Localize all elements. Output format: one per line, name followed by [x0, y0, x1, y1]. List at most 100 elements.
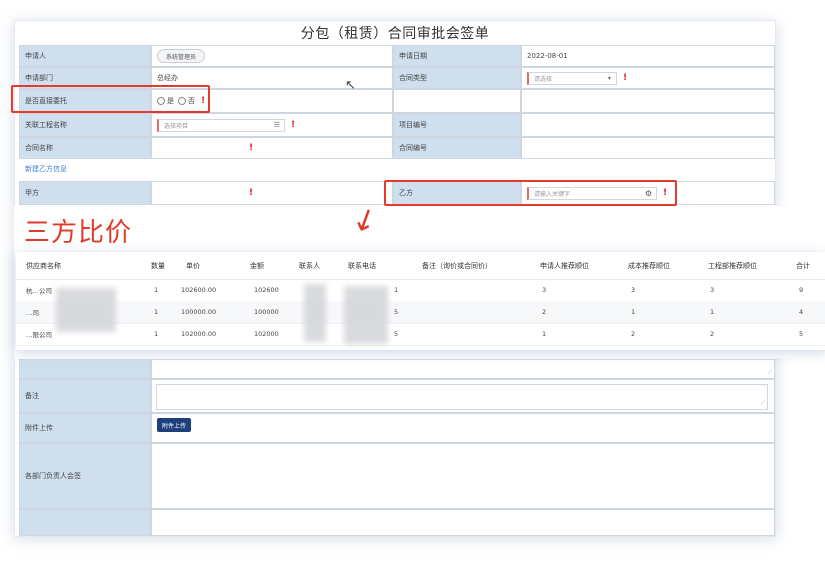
header-price: 单价 — [186, 261, 200, 270]
apply-date-label: 申请日期 — [393, 45, 521, 67]
price-cell: 102600.00 — [181, 286, 217, 294]
header-contact: 联系人 — [299, 261, 320, 270]
blank-cell — [393, 89, 521, 113]
contract-type-select[interactable]: 请选择 ▾ — [527, 71, 617, 85]
header-qty: 数量 — [151, 261, 165, 270]
blank-label — [19, 359, 151, 379]
resize-handle-icon[interactable]: ⟋ — [761, 400, 765, 408]
header-rank-applicant: 申请人推荐顺位 — [540, 261, 589, 270]
rank-applicant-cell: 3 — [542, 286, 547, 294]
applicant-label: 申请人 — [19, 45, 151, 67]
amount-cell: 102600 — [254, 286, 279, 294]
header-rank-cost: 成本推荐顺位 — [628, 261, 670, 270]
required-mark: ! — [249, 188, 254, 198]
row-last — [19, 509, 775, 536]
project-name-placeholder: 选择项目 — [164, 122, 189, 130]
amount-cell: 100000 — [254, 308, 279, 316]
rank-engineering-cell: 3 — [710, 286, 715, 294]
redaction-blur — [344, 286, 388, 344]
qty-cell: 1 — [154, 286, 159, 294]
contract-no-value — [521, 137, 775, 159]
contract-type-cell: 请选择 ▾ ! — [521, 67, 775, 89]
row-project: 关联工程名称 选择项目 ☰ ! 项目编号 — [19, 113, 775, 137]
total-cell: 9 — [799, 286, 804, 294]
supplier-cell: …限公司 — [26, 331, 52, 339]
required-mark: ! — [249, 143, 254, 153]
row-contract: 合同名称 ! 合同编号 — [19, 137, 775, 159]
redaction-blur — [304, 284, 326, 342]
apply-date-value[interactable]: 2022-08-01 — [521, 45, 775, 67]
total-cell: 4 — [799, 308, 804, 316]
highlight-box-party-b — [384, 180, 677, 206]
row-link: 新建乙方信息 — [19, 161, 775, 179]
blank-cell: ⟋ — [151, 359, 775, 379]
remark-cell: ⟋ — [151, 379, 775, 413]
price-cell: 100000.00 — [181, 308, 217, 316]
header-total: 合计 — [796, 261, 810, 270]
project-no-value — [521, 113, 775, 137]
contract-name-cell: ! — [151, 137, 393, 159]
redaction-blur — [56, 288, 116, 332]
contract-name-label: 合同名称 — [19, 137, 151, 159]
table-row[interactable]: …限公司 1 102000.00 102000 5 1 2 2 5 — [16, 323, 825, 346]
blank-cell — [151, 509, 775, 536]
contract-name-input[interactable] — [157, 141, 243, 155]
rank-applicant-cell: 1 — [542, 330, 547, 338]
row-sign: 各部门负责人会签 — [19, 443, 775, 509]
upload-label: 附件上传 — [19, 413, 151, 443]
phone-cell: 5 — [394, 308, 399, 316]
chevron-down-icon: ▾ — [607, 74, 611, 82]
qty-cell: 1 — [154, 330, 159, 338]
blank-cell — [521, 89, 775, 113]
rank-engineering-cell: 1 — [710, 308, 715, 316]
contract-type-label: 合同类型 — [393, 67, 521, 89]
remark-textarea[interactable]: ⟋ — [156, 384, 768, 410]
amount-cell: 102000 — [254, 330, 279, 338]
header-rank-engineering: 工程部推荐顺位 — [708, 261, 757, 270]
contract-no-label: 合同编号 — [393, 137, 521, 159]
applicant-value[interactable]: 系统管理员 — [157, 49, 206, 63]
table-row[interactable]: 杭…公司 1 102600.00 102600 1 3 3 3 9 — [16, 279, 825, 302]
qty-cell: 1 — [154, 308, 159, 316]
contract-type-placeholder: 请选择 — [534, 75, 553, 83]
header-amount: 金额 — [250, 261, 264, 270]
price-cell: 102000.00 — [181, 330, 217, 338]
rank-cost-cell: 1 — [631, 308, 636, 316]
resize-handle-icon[interactable]: ⟋ — [768, 369, 772, 377]
comparison-title: 三方比价 — [24, 218, 133, 248]
row-upload: 附件上传 附件上传 — [19, 413, 775, 443]
table-row[interactable]: …司 1 100000.00 100000 5 2 1 1 4 — [16, 301, 825, 324]
row-remark: 备注 ⟋ — [19, 379, 775, 413]
row-table-bottom: ⟋ — [19, 359, 775, 379]
project-name-cell: 选择项目 ☰ ! — [151, 113, 393, 137]
row-applicant: 申请人 系统管理员 申请日期 2022-08-01 — [19, 45, 775, 67]
sign-label: 各部门负责人会签 — [19, 443, 151, 509]
remark-label: 备注 — [19, 379, 151, 413]
party-a-input[interactable] — [157, 186, 243, 200]
supplier-cell: …司 — [26, 309, 39, 317]
phone-cell: 5 — [394, 330, 399, 338]
header-note: 备注（询价或合同价） — [422, 261, 492, 270]
phone-cell: 1 — [394, 286, 399, 294]
upload-button[interactable]: 附件上传 — [157, 418, 192, 432]
upload-cell: 附件上传 — [151, 413, 775, 443]
comparison-table: 供应商名称 数量 单价 金额 联系人 联系电话 备注（询价或合同价） 申请人推荐… — [16, 252, 825, 351]
rank-cost-cell: 3 — [631, 286, 636, 294]
rank-cost-cell: 2 — [631, 330, 636, 338]
total-cell: 5 — [799, 330, 804, 338]
cursor-icon: ↖ — [345, 78, 356, 93]
rank-engineering-cell: 2 — [710, 330, 715, 338]
header-phone: 联系电话 — [348, 261, 376, 270]
new-party-link[interactable]: 新建乙方信息 — [25, 164, 67, 174]
header-supplier: 供应商名称 — [26, 261, 61, 270]
required-mark: ! — [623, 73, 628, 83]
project-name-label: 关联工程名称 — [19, 113, 151, 137]
list-icon[interactable]: ☰ — [274, 121, 280, 129]
highlight-box-entrust — [11, 85, 210, 113]
project-no-label: 项目编号 — [393, 113, 521, 137]
project-name-input[interactable]: 选择项目 ☰ — [157, 118, 285, 132]
required-mark: ! — [291, 120, 296, 130]
comparison-header: 供应商名称 数量 单价 金额 联系人 联系电话 备注（询价或合同价） 申请人推荐… — [16, 252, 825, 280]
sign-cell[interactable] — [151, 443, 775, 509]
rank-applicant-cell: 2 — [542, 308, 547, 316]
